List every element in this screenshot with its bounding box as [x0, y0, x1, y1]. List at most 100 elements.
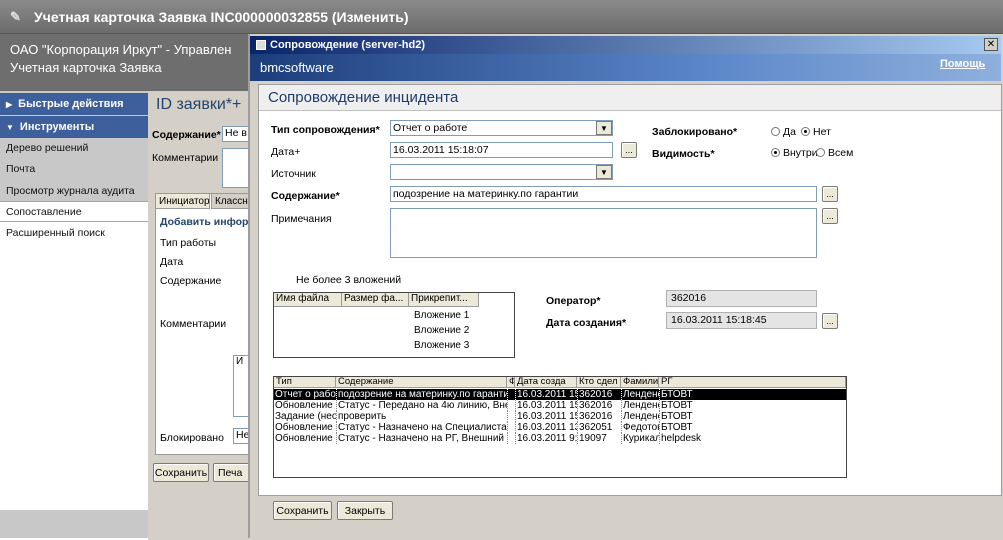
table-cell: Федотов	[621, 422, 659, 433]
triangle-down-icon: ▼	[6, 122, 14, 132]
attachment-item[interactable]: Вложение 1	[413, 310, 469, 321]
log-col-flag[interactable]: Ф	[507, 377, 515, 388]
table-cell: Статус - Назначено на Специалиста, В	[336, 422, 507, 433]
table-cell: Статус - Назначено на РГ, Внешний ст	[336, 433, 507, 444]
nav-item-mapping[interactable]: Сопоставление	[0, 201, 148, 222]
nav-item-audit-log[interactable]: Просмотр журнала аудита	[0, 180, 148, 201]
tab-initiator[interactable]: Инициатор	[155, 193, 210, 209]
source-select[interactable]	[390, 164, 613, 180]
dialog-title-bar: Сопровождение (server-hd2)	[250, 36, 1001, 54]
attach-note: Не более 3 вложений	[296, 274, 402, 286]
table-cell: подозрение на материнку.по гарантии	[336, 389, 507, 400]
locked-no-radio[interactable]: Нет	[801, 126, 831, 138]
attach-col-attached[interactable]: Прикрепит...	[409, 293, 479, 307]
created-picker-button[interactable]: ...	[822, 313, 838, 329]
add-info-link[interactable]: Добавить инфор	[160, 216, 248, 228]
log-col-date[interactable]: Дата созда	[515, 377, 577, 388]
date-field[interactable]: 16.03.2011 15:18:07	[390, 142, 613, 158]
chevron-down-icon[interactable]: ▼	[596, 121, 612, 135]
locked-label: Заблокировано*	[652, 126, 738, 138]
table-cell: 362051	[577, 422, 621, 433]
table-cell	[507, 411, 515, 422]
table-cell: Лендене	[621, 411, 659, 422]
table-cell: 16.03.2011 15	[515, 400, 577, 411]
nav-item-decision-tree[interactable]: Дерево решений	[0, 137, 148, 158]
table-cell: Отчет о работ	[275, 389, 336, 400]
table-cell: 16.03.2011 15	[515, 411, 577, 422]
notes-label: Примечания	[271, 213, 332, 225]
activity-log-table[interactable]: Тип Содержание Ф Дата созда Кто сдел Фам…	[273, 376, 847, 478]
table-row[interactable]: Обновление Статус - Назначено на РГ, Внеш…	[274, 433, 846, 444]
close-button[interactable]: Закрыть	[337, 501, 393, 520]
vis-inside-radio[interactable]: Внутри	[771, 147, 818, 159]
notes-expand-button[interactable]: ...	[822, 208, 838, 224]
attach-col-size[interactable]: Размер фа...	[342, 293, 409, 307]
notes-field[interactable]	[390, 208, 817, 258]
dialog-heading: Сопровождение инцидента	[268, 89, 459, 106]
operator-label: Оператор*	[546, 295, 601, 307]
nav-item-mail[interactable]: Почта	[0, 158, 148, 179]
log-col-content[interactable]: Содержание	[336, 377, 507, 388]
comments-field[interactable]	[222, 148, 250, 188]
tab-classification[interactable]: Классн	[211, 193, 252, 209]
table-row[interactable]: Обновление Статус - Передано на 4ю линию,…	[274, 400, 846, 411]
nav-quick-actions[interactable]: ▶ Быстрые действия	[0, 93, 148, 115]
table-cell: 19097	[577, 433, 621, 444]
table-cell: Статус - Передано на 4ю линию, Внешн	[336, 400, 507, 411]
created-label: Дата создания*	[546, 317, 627, 329]
attachment-item[interactable]: Вложение 2	[413, 325, 469, 336]
mid-print-button[interactable]: Печа	[213, 463, 252, 482]
table-cell: Лендене	[621, 400, 659, 411]
save-button[interactable]: Сохранить	[273, 501, 332, 520]
table-cell	[507, 400, 515, 411]
date-picker-button[interactable]: ...	[621, 142, 637, 158]
table-row[interactable]: Отчет о работ подозрение на материнку.по …	[274, 389, 846, 400]
type-label: Тип сопровождения*	[271, 124, 380, 136]
content-label: Содержание*	[152, 129, 221, 141]
table-row[interactable]: Обновление Статус - Назначено на Специали…	[274, 422, 846, 433]
mid-comments-label: Комментарии	[160, 318, 227, 330]
org-name: ОАО "Корпорация Иркут" - Управлен	[10, 42, 232, 57]
content-label-dialog: Содержание*	[271, 190, 340, 202]
table-cell: БТОВТ	[659, 422, 846, 433]
table-cell: 16.03.2011 9:	[515, 433, 577, 444]
content-field[interactable]: Не в	[222, 126, 250, 142]
table-cell: Обновление	[275, 433, 333, 444]
content-field-dialog[interactable]: подозрение на материнку.по гарантии	[390, 186, 817, 202]
attachment-item[interactable]: Вложение 3	[413, 340, 469, 351]
radio-icon	[771, 127, 780, 136]
content-expand-button[interactable]: ...	[822, 186, 838, 202]
chevron-down-icon[interactable]: ▼	[596, 165, 612, 179]
help-link[interactable]: Помощь	[940, 58, 985, 70]
table-cell: 16.03.2011 15	[515, 389, 577, 400]
attachments-table[interactable]: Имя файла Размер фа... Прикрепит... Влож…	[273, 292, 515, 358]
nav-tools[interactable]: ▼ Инструменты	[0, 116, 148, 138]
log-col-surname[interactable]: Фамили	[621, 377, 659, 388]
table-cell	[507, 389, 515, 400]
close-icon[interactable]: ✕	[984, 38, 998, 51]
comments-label: Комментарии	[152, 152, 219, 164]
radio-selected-icon	[771, 148, 780, 157]
vis-all-radio[interactable]: Всем	[816, 147, 853, 159]
attach-col-name[interactable]: Имя файла	[274, 293, 342, 307]
table-cell	[507, 433, 515, 444]
table-cell: 362016	[577, 400, 621, 411]
bmc-logo: bmcsoftware	[260, 60, 334, 75]
dialog-title: Сопровождение (server-hd2)	[270, 39, 425, 51]
type-select[interactable]: Отчет о работе	[390, 120, 613, 136]
log-col-type[interactable]: Тип	[274, 377, 336, 388]
locked-yes-radio[interactable]: Да	[771, 126, 796, 138]
source-label: Источник	[271, 168, 316, 180]
date-label: Дата	[160, 256, 184, 268]
operator-field: 362016	[666, 290, 817, 307]
nav-item-advanced-search[interactable]: Расширенный поиск	[0, 222, 148, 243]
table-cell: Обновление	[275, 422, 333, 433]
mid-save-button[interactable]: Сохранить	[153, 463, 209, 482]
triangle-right-icon: ▶	[6, 99, 13, 109]
mid-content-label: Содержание	[160, 275, 222, 287]
log-col-by[interactable]: Кто сдел	[577, 377, 621, 388]
log-col-group[interactable]: РГ	[659, 377, 846, 388]
window-icon	[256, 40, 266, 50]
table-cell: Обновление	[275, 400, 333, 411]
table-row[interactable]: Задание (нео проверить 16.03.2011 15 362016…	[274, 411, 846, 422]
